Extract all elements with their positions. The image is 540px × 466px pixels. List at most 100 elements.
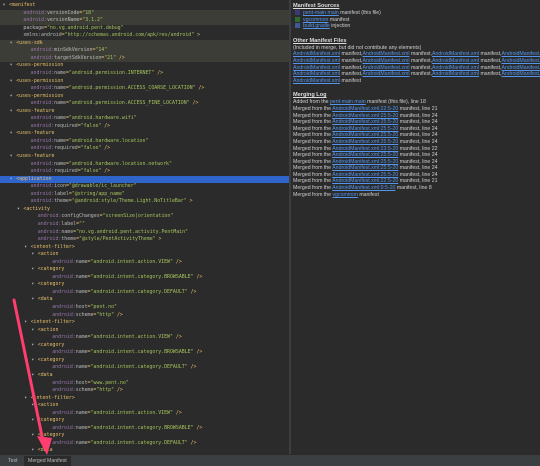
expand-toggle-icon[interactable]: ▾: [8, 153, 14, 161]
xml-line[interactable]: ▾ <category: [0, 342, 289, 350]
android-manifest-link[interactable]: AndroidManifest.xml: [363, 58, 410, 64]
xml-line[interactable]: android:required="false" />: [0, 168, 289, 176]
xml-line[interactable]: android:versionCode="18": [0, 9, 289, 18]
xml-line[interactable]: android:scheme="http" />: [0, 387, 289, 395]
expand-toggle-icon[interactable]: ▾: [30, 432, 36, 440]
xml-line[interactable]: android:name="android.intent.action.VIEW…: [0, 334, 289, 342]
manifest-source-link[interactable]: build.gradle: [303, 23, 330, 29]
xml-line[interactable]: android:name="android.intent.action.VIEW…: [0, 259, 289, 267]
xml-line[interactable]: ▾ <manifest: [0, 2, 289, 10]
xml-line[interactable]: ▾ <category: [0, 266, 289, 274]
xml-line[interactable]: android:required="false" />: [0, 123, 289, 131]
xml-line[interactable]: xmlns:android="http://schemas.android.co…: [0, 32, 289, 40]
xml-line[interactable]: android:host="www.pent.no": [0, 380, 289, 388]
xml-line[interactable]: android:host="pent.no": [0, 304, 289, 312]
xml-line[interactable]: ▾ <uses-permission: [0, 93, 289, 101]
android-manifest-link[interactable]: AndroidManifest.xml: [293, 78, 340, 84]
android-manifest-link[interactable]: AndroidManifest.xml: [293, 51, 340, 57]
xml-line[interactable]: android:name="android.permission.ACCESS_…: [0, 85, 289, 93]
log-source-link[interactable]: pent-main main: [330, 99, 366, 105]
log-source-link[interactable]: AndroidManifest.xml:25:5-20: [332, 172, 398, 178]
xml-line[interactable]: android:label="": [0, 221, 289, 229]
log-source-link[interactable]: AndroidManifest.xml:22:5-20: [332, 106, 398, 112]
xml-line[interactable]: android:theme="@style/PentActivityTheme"…: [0, 236, 289, 244]
tab-merged-manifest[interactable]: Merged Manifest: [24, 456, 71, 466]
expand-toggle-icon[interactable]: ▾: [30, 342, 36, 350]
expand-toggle-icon[interactable]: ▾: [30, 266, 36, 274]
xml-line[interactable]: android:name="android.permission.ACCESS_…: [0, 100, 289, 108]
expand-toggle-icon[interactable]: ▾: [30, 417, 36, 425]
xml-line[interactable]: ▾ <category: [0, 432, 289, 440]
expand-toggle-icon[interactable]: ▾: [8, 62, 14, 70]
expand-toggle-icon[interactable]: ▾: [8, 40, 14, 48]
xml-line[interactable]: android:icon="@drawable/ic_launcher": [0, 183, 289, 191]
expand-toggle-icon[interactable]: ▾: [30, 281, 36, 289]
android-manifest-link[interactable]: AndroidManifest.xml: [502, 58, 540, 64]
log-source-link[interactable]: AndroidManifest.xml:22:5-20: [332, 178, 398, 184]
xml-line[interactable]: android:minSdkVersion="14": [0, 47, 289, 55]
expand-toggle-icon[interactable]: ▾: [23, 395, 29, 403]
xml-line[interactable]: ▾ <data: [0, 372, 289, 380]
xml-line[interactable]: ▾ <uses-feature: [0, 108, 289, 116]
expand-toggle-icon[interactable]: ▾: [30, 251, 36, 259]
xml-line[interactable]: android:name="android.intent.category.DE…: [0, 289, 289, 297]
xml-line[interactable]: ▾ <uses-permission: [0, 62, 289, 70]
tab-text[interactable]: Text: [4, 456, 22, 466]
android-manifest-link[interactable]: AndroidManifest.xml: [293, 65, 340, 71]
android-manifest-link[interactable]: AndroidManifest.xml: [502, 51, 540, 57]
expand-toggle-icon[interactable]: ▾: [23, 244, 29, 252]
android-manifest-link[interactable]: AndroidManifest.xml: [432, 58, 479, 64]
xml-line[interactable]: android:name="android.intent.category.DE…: [0, 440, 289, 448]
log-source-link[interactable]: AndroidManifest.xml:25:5-20: [332, 113, 398, 119]
xml-source-pane[interactable]: ▾ <manifest android:versionCode="18" androi…: [0, 0, 289, 454]
xml-line[interactable]: ▾ <category: [0, 281, 289, 289]
xml-line[interactable]: android:name="android.hardware.location": [0, 138, 289, 146]
android-manifest-link[interactable]: AndroidManifest.xml: [502, 71, 540, 77]
xml-line[interactable]: android:versionName="3.1.2": [0, 17, 289, 25]
expand-toggle-icon[interactable]: ▾: [30, 327, 36, 335]
expand-toggle-icon[interactable]: ▾: [8, 78, 14, 86]
xml-line[interactable]: android:name="android.intent.category.BR…: [0, 274, 289, 282]
log-source-link[interactable]: AndroidManifest.xml:25:5-20: [332, 139, 398, 145]
expand-toggle-icon[interactable]: ▾: [8, 176, 14, 184]
xml-line[interactable]: ▾ <uses-permission: [0, 78, 289, 86]
expand-toggle-icon[interactable]: ▾: [30, 357, 36, 365]
expand-toggle-icon[interactable]: ▾: [8, 93, 14, 101]
expand-toggle-icon[interactable]: ▾: [30, 372, 36, 380]
xml-line[interactable]: ▾ <uses-feature: [0, 153, 289, 161]
log-source-link[interactable]: vgcommon: [333, 192, 358, 198]
android-manifest-link[interactable]: AndroidManifest.xml: [293, 71, 340, 77]
android-manifest-link[interactable]: AndroidManifest.xml: [432, 65, 479, 71]
xml-line[interactable]: android:name="android.intent.category.DE…: [0, 364, 289, 372]
xml-line[interactable]: ▾ <application: [0, 175, 289, 184]
expand-toggle-icon[interactable]: ▾: [8, 108, 14, 116]
xml-line[interactable]: android:configChanges="screenSize|orient…: [0, 213, 289, 221]
manifest-source-link[interactable]: pent-main main: [303, 10, 339, 16]
android-manifest-link[interactable]: AndroidManifest.xml: [293, 58, 340, 64]
log-source-link[interactable]: AndroidManifest.xml:23:5-20: [332, 146, 398, 152]
android-manifest-link[interactable]: AndroidManifest.xml: [432, 51, 479, 57]
xml-line[interactable]: ▾ <intent-filter>: [0, 319, 289, 327]
log-source-link[interactable]: AndroidManifest.xml:25:5-20: [332, 119, 398, 125]
android-manifest-link[interactable]: AndroidManifest.xml: [363, 51, 410, 57]
log-source-link[interactable]: AndroidManifest.xml:25:5-20: [332, 159, 398, 165]
xml-line[interactable]: android:name="android.permission.INTERNE…: [0, 70, 289, 78]
xml-line[interactable]: android:theme="@android:style/Theme.Ligh…: [0, 198, 289, 206]
xml-line[interactable]: android:name="android.intent.category.BR…: [0, 349, 289, 357]
expand-toggle-icon[interactable]: ▾: [8, 130, 14, 138]
xml-line[interactable]: android:name="android.hardware.wifi": [0, 115, 289, 123]
log-source-link[interactable]: AndroidManifest.xml:25:5-20: [332, 152, 398, 158]
xml-line[interactable]: android:required="false" />: [0, 145, 289, 153]
android-manifest-link[interactable]: AndroidManifest.xml: [432, 71, 479, 77]
xml-line[interactable]: android:scheme="http" />: [0, 312, 289, 320]
xml-line[interactable]: android:targetSdkVersion="21" />: [0, 54, 289, 63]
xml-line[interactable]: android:label="@string/app_name": [0, 191, 289, 199]
xml-line[interactable]: android:name="android.hardware.location.…: [0, 161, 289, 169]
expand-toggle-icon[interactable]: ▾: [30, 296, 36, 304]
expand-toggle-icon[interactable]: ▾: [1, 2, 7, 10]
xml-line[interactable]: ▾ <activity: [0, 206, 289, 214]
expand-toggle-icon[interactable]: ▾: [23, 319, 29, 327]
xml-line[interactable]: ▾ <category: [0, 357, 289, 365]
xml-line[interactable]: ▾ <action: [0, 327, 289, 335]
xml-line[interactable]: ▾ <intent-filter>: [0, 395, 289, 403]
